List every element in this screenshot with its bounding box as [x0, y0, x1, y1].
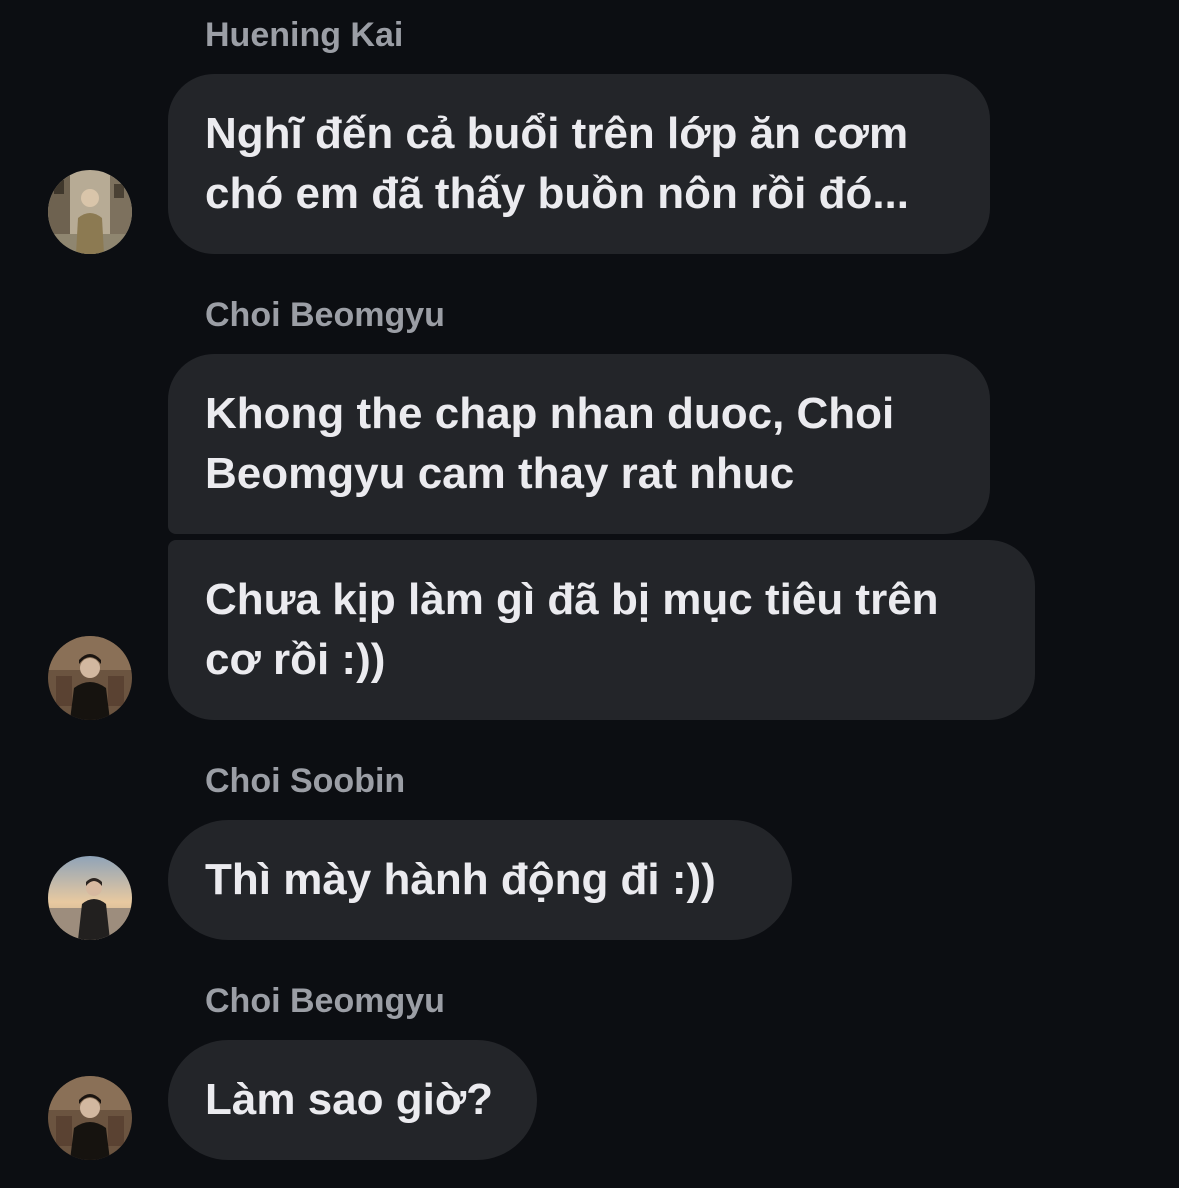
message-bubble[interactable]: Làm sao giờ? [168, 1040, 537, 1160]
avatar[interactable] [48, 856, 132, 940]
avatar[interactable] [48, 170, 132, 254]
sender-name: Choi Beomgyu [205, 296, 445, 334]
avatar-photo-icon [48, 636, 132, 720]
avatar[interactable] [48, 636, 132, 720]
message-text: Thì mày hành động đi :)) [205, 855, 716, 904]
message-text: Khong the chap nhan duoc, Choi Beomgyu c… [205, 389, 895, 498]
avatar-photo-icon [48, 1076, 132, 1160]
sender-name: Huening Kai [205, 16, 404, 54]
message-bubble[interactable]: Thì mày hành động đi :)) [168, 820, 792, 940]
message-text: Nghĩ đến cả buổi trên lớp ăn cơm chó em … [205, 109, 909, 218]
sender-name: Choi Soobin [205, 762, 406, 800]
sender-name: Choi Beomgyu [205, 982, 445, 1020]
message-bubble[interactable]: Khong the chap nhan duoc, Choi Beomgyu c… [168, 354, 990, 534]
avatar-photo-icon [48, 856, 132, 940]
message-bubble[interactable]: Chưa kịp làm gì đã bị mục tiêu trên cơ r… [168, 540, 1035, 720]
message-text: Chưa kịp làm gì đã bị mục tiêu trên cơ r… [205, 575, 939, 684]
avatar[interactable] [48, 1076, 132, 1160]
message-bubble[interactable]: Nghĩ đến cả buổi trên lớp ăn cơm chó em … [168, 74, 990, 254]
avatar-photo-icon [48, 170, 132, 254]
message-text: Làm sao giờ? [205, 1075, 493, 1124]
